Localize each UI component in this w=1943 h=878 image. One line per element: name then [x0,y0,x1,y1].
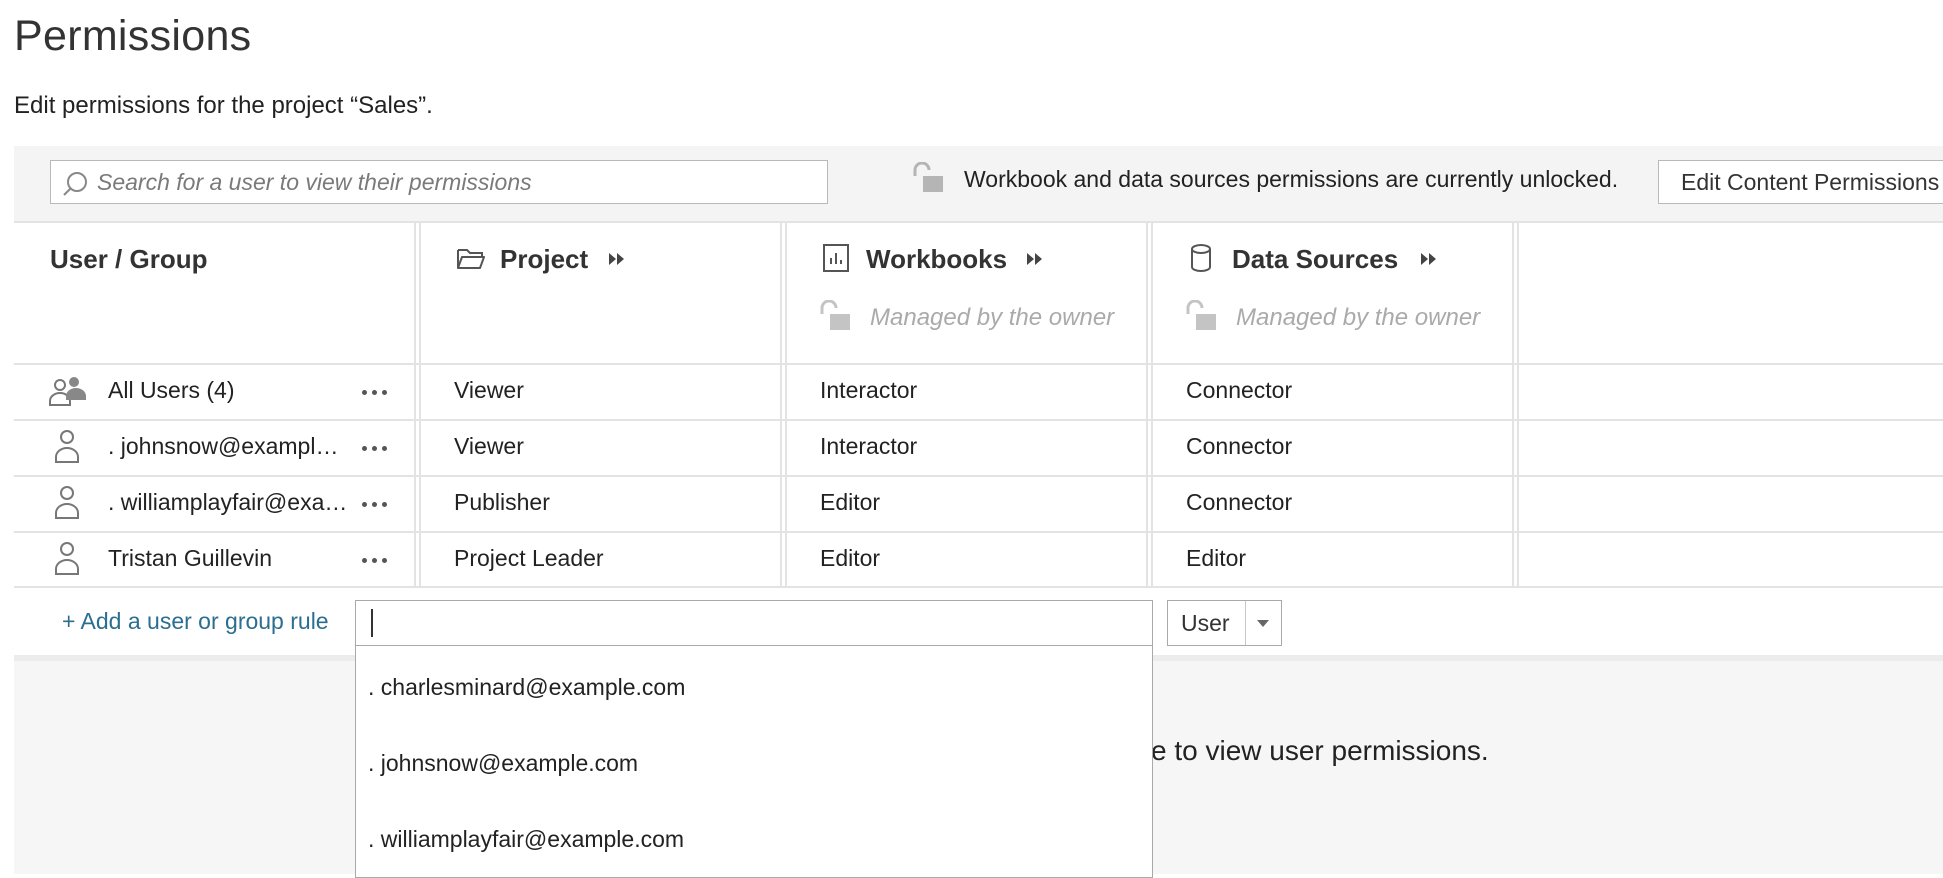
unlocked-lock-icon [1186,300,1216,330]
grid-line [1151,221,1153,587]
user-search-box[interactable] [50,160,828,204]
workbooks-managed-note: Managed by the owner [870,304,1115,331]
suggestion-item[interactable]: . johnsnow@example.com [368,750,638,777]
grid-line [14,363,1943,365]
grid-line [414,221,416,587]
row-data-sources-role[interactable]: Connector [1186,377,1292,404]
user-search-input[interactable] [95,164,819,200]
row-project-role[interactable]: Viewer [454,377,524,404]
double-chevron-right-icon[interactable] [1025,250,1045,268]
grid-line [14,586,1943,588]
grid-line [1512,221,1514,587]
row-data-sources-role[interactable]: Editor [1186,545,1246,572]
double-chevron-right-icon[interactable] [1419,250,1439,268]
grid-line [419,221,421,587]
user-icon [55,542,79,575]
column-header-workbooks: Workbooks [866,244,1008,274]
user-suggestions-dropdown: . charlesminard@example.com . johnsnow@e… [355,646,1153,878]
edit-content-permissions-button[interactable]: Edit Content Permissions [1658,160,1943,204]
row-project-role[interactable]: Viewer [454,433,524,460]
unlocked-lock-icon [820,300,850,330]
more-dots-icon[interactable] [360,387,390,397]
page-subtitle: Edit permissions for the project “Sales”… [14,92,433,119]
grid-line [14,475,1943,477]
suggestion-item[interactable]: . williamplayfair@example.com [368,826,684,853]
database-icon [1191,244,1211,272]
add-user-or-group-rule-link[interactable]: + Add a user or group rule [62,608,329,635]
select-divider [1245,601,1246,645]
folder-icon [457,249,485,269]
data-sources-managed-note: Managed by the owner [1236,304,1481,331]
lock-status-message: Workbook and data sources permissions ar… [964,166,1619,192]
more-dots-icon[interactable] [360,499,390,509]
row-name: Tristan Guillevin [108,545,273,571]
user-icon [55,486,79,519]
row-data-sources-role[interactable]: Connector [1186,433,1292,460]
grid-line [780,221,782,587]
row-name: . johnsnow@example.com [108,433,348,459]
grid-line [14,221,1943,223]
chevron-down-icon [1257,620,1269,627]
more-dots-icon[interactable] [360,555,390,565]
grid-line [14,419,1943,421]
row-workbooks-role[interactable]: Editor [820,545,880,572]
row-workbooks-role[interactable]: Interactor [820,433,917,460]
row-project-role[interactable]: Publisher [454,489,550,516]
rule-type-value: User [1181,610,1230,636]
column-header-project: Project [500,244,589,274]
page-title: Permissions [14,12,252,60]
row-data-sources-role[interactable]: Connector [1186,489,1292,516]
rule-type-select[interactable]: User [1167,600,1282,646]
column-header-data-sources: Data Sources [1232,244,1399,274]
more-dots-icon[interactable] [360,443,390,453]
grid-line [14,531,1943,533]
empty-state-message: e to view user permissions. [1151,735,1489,766]
user-icon [55,430,79,463]
unlocked-lock-icon [913,162,943,192]
grid-line [785,221,787,587]
group-icon [49,377,86,406]
row-project-role[interactable]: Project Leader [454,545,604,572]
text-caret [371,609,373,637]
workbook-icon [823,244,849,272]
row-workbooks-role[interactable]: Editor [820,489,880,516]
double-chevron-right-icon[interactable] [607,250,627,268]
column-header-user-group: User / Group [50,244,208,274]
grid-line [1146,221,1148,587]
search-icon [63,172,87,196]
grid-line [1517,221,1519,587]
suggestion-item[interactable]: . charlesminard@example.com [368,674,685,701]
row-workbooks-role[interactable]: Interactor [820,377,917,404]
rule-name-input[interactable] [355,600,1153,646]
row-name: All Users (4) [108,377,235,403]
row-name: . williamplayfair@example.com [108,489,348,515]
